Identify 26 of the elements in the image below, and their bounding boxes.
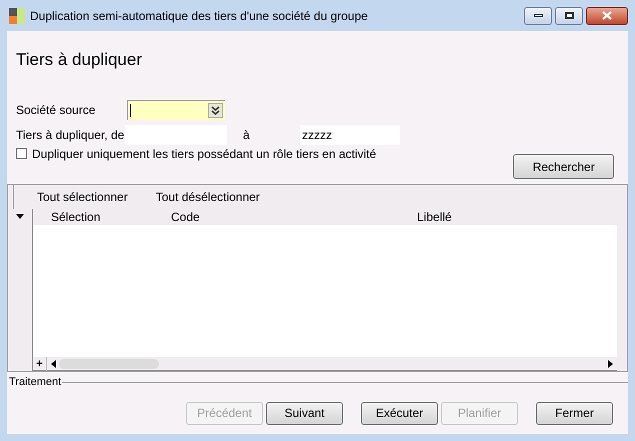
- toolbar-button[interactable]: Tout sélectionner: [37, 188, 128, 206]
- section-label: Traitement: [9, 375, 62, 390]
- field-label: Tiers à dupliquer, de: [16, 127, 125, 144]
- field-label: Société source: [16, 102, 96, 119]
- range-to-field[interactable]: zzzzz: [300, 125, 400, 145]
- minimize-button[interactable]: [524, 6, 552, 24]
- action-button[interactable]: Suivant: [266, 402, 343, 424]
- page-heading: Tiers à dupliquer: [16, 50, 143, 70]
- active-role-checkbox[interactable]: Dupliquer uniquement les tiers possédant un rôle tiers en activité: [16, 145, 376, 162]
- column-header[interactable]: Sélection: [51, 210, 100, 224]
- close-icon: [602, 11, 612, 20]
- app-icon: [9, 8, 25, 24]
- close-button[interactable]: [586, 6, 628, 24]
- expand-button[interactable]: +: [33, 356, 47, 370]
- caret-icon[interactable]: [16, 214, 24, 219]
- dropdown-icon[interactable]: [208, 103, 223, 118]
- window-title: Duplication semi-automatique des tiers d'une société du groupe: [30, 8, 368, 24]
- source-combo-field[interactable]: [127, 100, 225, 120]
- column-header[interactable]: Libellé: [417, 210, 452, 224]
- column-header[interactable]: Code: [171, 210, 200, 224]
- field-label: à: [243, 127, 251, 144]
- maximize-button[interactable]: [555, 6, 583, 24]
- action-button[interactable]: Exécuter: [361, 402, 438, 424]
- toolbar-button[interactable]: Tout désélectionner: [156, 188, 260, 206]
- action-button[interactable]: Fermer: [536, 402, 613, 424]
- search-button[interactable]: Rechercher: [513, 154, 614, 179]
